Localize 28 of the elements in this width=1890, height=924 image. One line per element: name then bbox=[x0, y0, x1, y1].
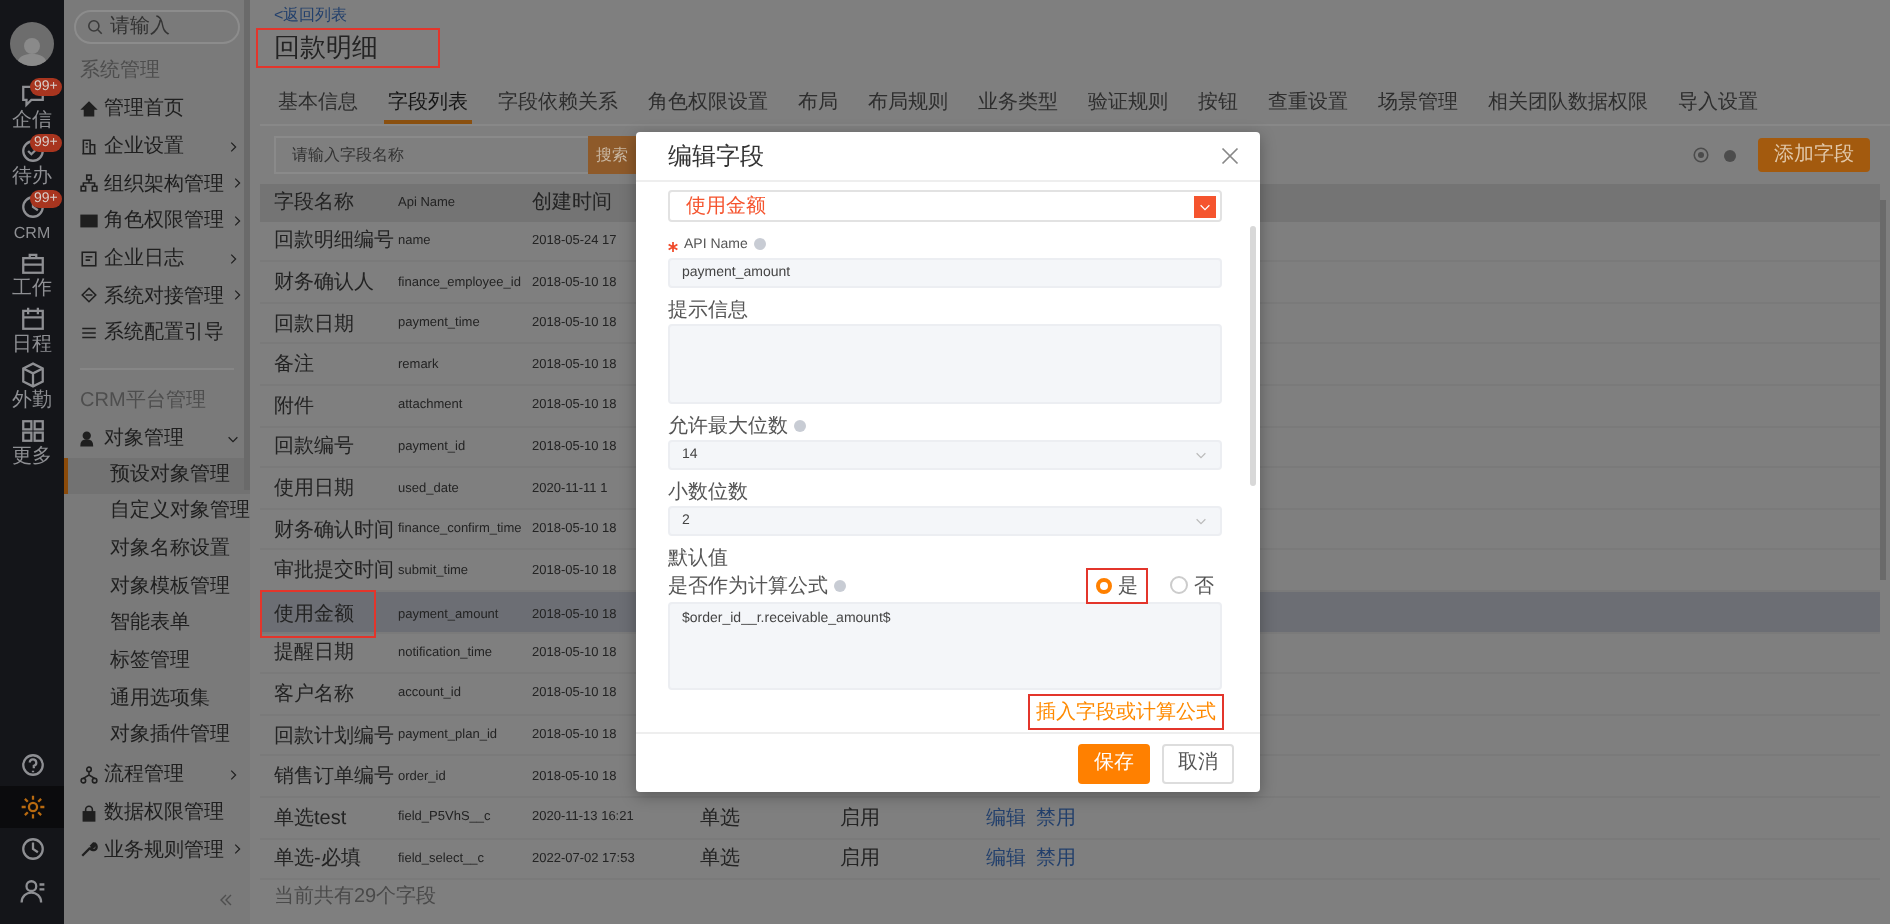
table-cell-text: 单选-必填 bbox=[274, 845, 361, 873]
page-title: 回款明细 bbox=[258, 30, 438, 66]
field-label: 是否作为计算公式 bbox=[668, 571, 846, 599]
table-cell: 使用金额 bbox=[262, 592, 374, 636]
table-cell-text: 财务确认人 bbox=[274, 269, 374, 297]
table-cell-text: 使用日期 bbox=[274, 475, 354, 503]
table-cell-text: 回款计划编号 bbox=[274, 723, 394, 750]
table-cell-text: 单选 bbox=[700, 845, 740, 873]
table-cell-text: 单选test bbox=[274, 805, 347, 832]
table-cell-text: 附件 bbox=[274, 393, 314, 420]
table-cell-text: 启用 bbox=[840, 845, 880, 873]
table-cell-text: 备注 bbox=[274, 351, 314, 379]
table-cell-text: 回款编号 bbox=[274, 433, 354, 461]
table-cell-text: 回款明细编号 bbox=[274, 227, 394, 255]
column-header: 字段名称 bbox=[274, 189, 354, 217]
field-label: 默认值 bbox=[668, 548, 728, 572]
field-label: 提示信息 bbox=[668, 300, 748, 324]
column-header: 创建时间 bbox=[532, 189, 612, 217]
table-cell-text: 财务确认时间 bbox=[274, 517, 394, 544]
table-cell-text: 回款日期 bbox=[274, 311, 354, 338]
field-label: 小数位数 bbox=[668, 482, 748, 506]
table-cell-text: 提醒日期 bbox=[274, 639, 354, 667]
table-cell-text: 审批提交时间 bbox=[274, 557, 394, 585]
table-cell-text: 销售订单编号 bbox=[274, 763, 394, 791]
table-cell-text: 启用 bbox=[840, 805, 880, 832]
dialog-title: 编辑字段 bbox=[668, 139, 764, 173]
table-cell-text: 客户名称 bbox=[274, 681, 354, 708]
table-cell-text: 单选 bbox=[700, 805, 740, 832]
